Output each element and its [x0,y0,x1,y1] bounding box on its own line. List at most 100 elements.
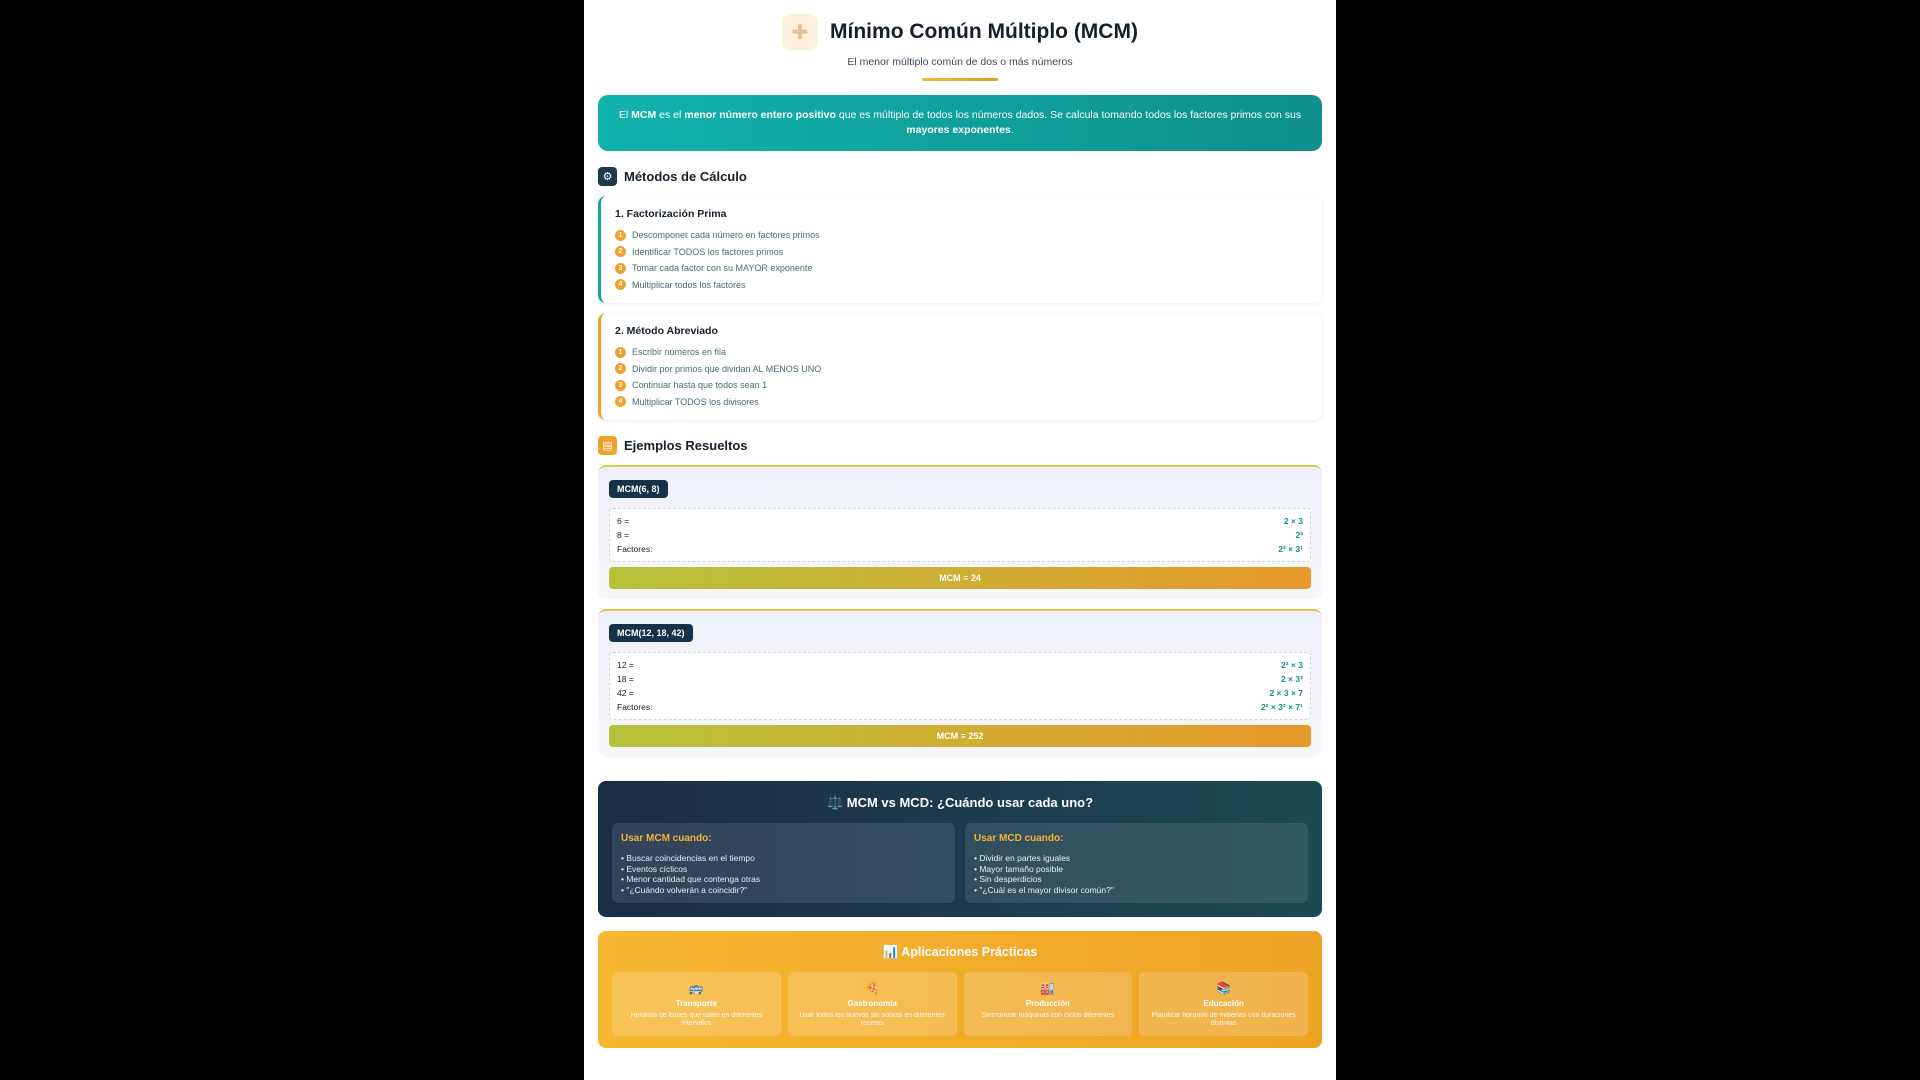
examples-heading-text: Ejemplos Resueltos [624,438,748,453]
application-name: Transporte [675,999,718,1008]
example-result: MCM = 24 [609,567,1311,589]
comparison-column-heading: Usar MCD cuando: [974,833,1064,844]
step-text: Continuar hasta que todos sean 1 [632,380,768,391]
definition-part: mayores exponentes [906,124,1011,136]
example-row-label: Factores: [617,544,653,554]
method-step: 1 Descomponer cada número en factores pri… [615,227,1308,244]
method-step: 2 Identificar TODOS los factores primos [615,244,1308,261]
step-number: 2 [615,363,626,375]
application-name: Educación [1203,999,1244,1008]
method-step: 3 Continuar hasta que todos sean 1 [615,377,1308,394]
mcm-usage-card: Usar MCM cuando: • Buscar coincidencias e… [612,823,955,903]
comparison-item: • Eventos cíclicos [621,863,688,874]
application-description: Usar todos los huevos sin sobras en dife… [799,1012,945,1027]
comparison-title: ⚖️ MCM vs MCD: ¿Cuándo usar cada uno? [826,795,1094,810]
example-row: 18 = 2 × 3² [617,672,1303,686]
applications-title: 📊 Aplicaciones Prácticas [882,945,1038,959]
methods-heading-text: Métodos de Cálculo [624,169,747,184]
step-number: 4 [615,396,626,408]
method-card: 2. Método Abreviado 1 Escribir números en … [598,313,1322,420]
definition-part: El [618,109,632,121]
application-icon: 📚 [1216,981,1232,995]
step-number: 3 [615,379,626,391]
application-card: 📚 Educación Planificar horarios de materia… [1139,972,1308,1036]
page-title: Mínimo Común Múltiplo (MCM) [830,20,1138,43]
step-number: 2 [615,246,626,258]
definition-banner: El MCM es el menor número entero positiv… [598,95,1322,151]
examples-list: MCM(6, 8) 6 = 2 × 3 8 = 2³ Factores: 2³ × 3¹ MC… [584,465,1336,757]
example-factor-box: 12 = 2² × 3 18 = 2 × 3² 42 = 2 × 3 × 7 Factore… [609,652,1311,720]
definition-part: . [1010,124,1014,136]
step-text: Descomponer cada número en factores prim… [632,230,820,241]
example-row-label: 12 = [617,660,634,670]
comparison-item: • "¿Cuándo volverán a coincidir?" [621,884,748,895]
example-row-label: 8 = [617,530,630,540]
comparison-section: ⚖️ MCM vs MCD: ¿Cuándo usar cada uno? Us… [598,781,1322,917]
step-number: 4 [615,279,626,291]
comparison-column-heading: Usar MCM cuando: [621,833,712,844]
comparison-item: • Mayor tamaño posible [974,863,1063,874]
application-icon: 🏭 [1040,981,1056,995]
application-icon: 🚌 [688,981,704,995]
application-card: 🍕 Gastronomía Usar todos los huevos sin so… [787,972,957,1036]
comparison-item: • Menor cantidad que contenga otras [621,874,761,884]
method-step: 3 Tomar cada factor con su MAYOR exponent… [615,260,1308,277]
example-row: 8 = 2³ [617,528,1303,542]
puzzle-icon: ✚ [782,14,819,50]
application-description: Planificar horarios de materias con dura… [1151,1012,1296,1027]
title-underline [922,78,998,81]
application-card: 🚌 Transporte Horarios de buses que salen e… [612,972,781,1036]
gears-icon: ⚙ [598,167,617,186]
example-card: MCM(12, 18, 42) 12 = 2² × 3 18 = 2 × 3² 42 = 2… [598,609,1322,757]
example-row-label: 42 = [617,688,634,698]
comparison-item: • "¿Cuál es el mayor divisor común?" [974,884,1114,895]
method-title: 1. Factorización Prima [615,208,727,220]
page: ✚ Mínimo Común Múltiplo (MCM) El menor m… [584,0,1336,1080]
methods-heading: ⚙ Métodos de Cálculo [598,167,1322,186]
method-step: 2 Dividir por primos que dividan AL MENOS… [615,361,1308,378]
step-number: 1 [615,229,626,241]
example-result: MCM = 252 [609,725,1311,747]
example-badge: MCM(12, 18, 42) [609,624,693,642]
definition-part: que es múltiplo de todos los números dad… [835,109,1302,121]
application-description: Sincronizar máquinas con ciclos diferent… [981,1012,1115,1019]
step-number: 3 [615,262,626,274]
step-number: 1 [615,346,626,358]
application-icon: 🍕 [864,981,880,995]
example-row-value: 2² × 3² × 7¹ [1260,702,1303,712]
step-text: Dividir por primos que dividan AL MENOS … [632,363,822,374]
example-row: Factores: 2³ × 3¹ [617,542,1303,556]
step-text: Identificar TODOS los factores primos [632,246,784,257]
comparison-item: • Buscar coincidencias en el tiempo [621,853,755,863]
method-step: 4 Multiplicar todos los factores [615,277,1308,294]
method-card: 1. Factorización Prima 1 Descomponer cada … [598,196,1322,303]
example-row-value: 2 × 3 × 7 [1269,688,1303,698]
examples-heading: ▤ Ejemplos Resueltos [598,436,1322,455]
applications-section: 📊 Aplicaciones Prácticas 🚌 Transporte Hora… [598,931,1322,1048]
example-row-label: Factores: [617,702,653,712]
method-step: 4 Multiplicar TODOS los divisores [615,394,1308,411]
step-text: Tomar cada factor con su MAYOR exponente [632,263,813,274]
application-card: 🏭 Producción Sincronizar máquinas con cicl… [963,972,1133,1036]
example-row: Factores: 2² × 3² × 7¹ [617,700,1303,714]
example-row-value: 2 × 3² [1281,674,1303,684]
step-text: Multiplicar TODOS los divisores [632,396,759,407]
mcd-usage-card: Usar MCD cuando: • Dividir en partes igua… [965,823,1308,903]
methods-list: 1. Factorización Prima 1 Descomponer cada … [584,196,1336,420]
example-row-label: 18 = [617,674,634,684]
step-text: Escribir números en fila [632,347,727,358]
clipboard-icon: ▤ [598,436,617,455]
example-row: 42 = 2 × 3 × 7 [617,686,1303,700]
comparison-columns: Usar MCM cuando: • Buscar coincidencias e… [612,823,1308,903]
applications-grid: 🚌 Transporte Horarios de buses que salen e… [612,972,1308,1036]
definition-part: menor número entero positivo [684,109,836,121]
example-row-value: 2³ × 3¹ [1278,544,1303,554]
example-card: MCM(6, 8) 6 = 2 × 3 8 = 2³ Factores: 2³ × 3¹ MC… [598,465,1322,599]
step-text: Multiplicar todos los factores [632,279,746,290]
method-step: 1 Escribir números en fila [615,344,1308,361]
method-title: 2. Método Abreviado [615,325,718,337]
example-badge: MCM(6, 8) [609,480,668,498]
example-row-value: 2² × 3 [1281,660,1303,670]
comparison-item: • Sin desperdicios [974,874,1042,884]
application-name: Producción [1025,999,1070,1008]
